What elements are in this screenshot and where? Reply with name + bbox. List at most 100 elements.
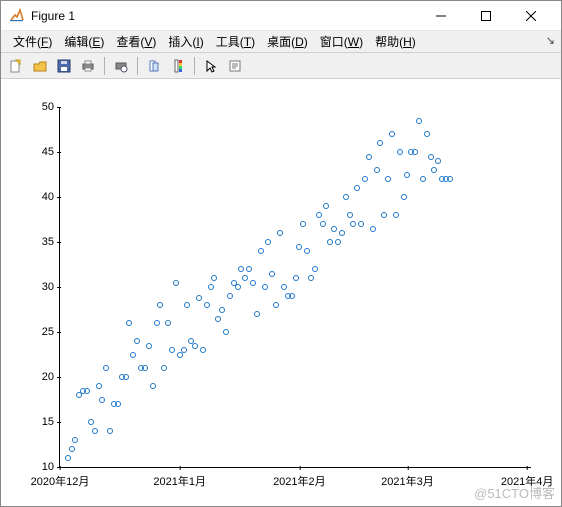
- y-tick-label: 40: [42, 191, 60, 203]
- data-point: [277, 230, 283, 236]
- data-point: [250, 280, 256, 286]
- data-point: [269, 271, 275, 277]
- x-tick-label: 2021年2月: [273, 467, 326, 489]
- data-point: [312, 266, 318, 272]
- data-point: [235, 284, 241, 290]
- data-point: [385, 176, 391, 182]
- data-point: [107, 428, 113, 434]
- minimize-button[interactable]: [418, 1, 463, 31]
- data-point: [150, 383, 156, 389]
- data-point: [404, 172, 410, 178]
- data-point: [447, 176, 453, 182]
- data-point: [339, 230, 345, 236]
- data-point: [72, 437, 78, 443]
- y-tick-label: 50: [42, 101, 60, 113]
- data-point: [134, 338, 140, 344]
- menu-item-e[interactable]: 编辑(E): [58, 31, 110, 52]
- data-point: [88, 419, 94, 425]
- menu-overflow-icon[interactable]: ↘: [546, 34, 555, 47]
- close-button[interactable]: [508, 1, 553, 31]
- data-point: [335, 239, 341, 245]
- data-point: [99, 397, 105, 403]
- y-tick-label: 35: [42, 236, 60, 248]
- data-point: [130, 352, 136, 358]
- menu-item-w[interactable]: 窗口(W): [314, 31, 369, 52]
- y-tick-label: 20: [42, 371, 60, 383]
- data-point: [401, 194, 407, 200]
- pointer-tool-button[interactable]: [200, 55, 222, 77]
- menu-item-v[interactable]: 查看(V): [110, 31, 162, 52]
- data-point: [424, 131, 430, 137]
- data-point: [296, 244, 302, 250]
- x-tick-label: 2021年1月: [153, 467, 206, 489]
- menu-item-i[interactable]: 插入(I): [162, 31, 209, 52]
- data-point: [169, 347, 175, 353]
- data-point: [184, 302, 190, 308]
- data-point: [362, 176, 368, 182]
- data-point: [69, 446, 75, 452]
- data-point: [146, 343, 152, 349]
- menu-item-h[interactable]: 帮助(H): [369, 31, 422, 52]
- data-point: [192, 343, 198, 349]
- data-point: [204, 302, 210, 308]
- print-button[interactable]: [77, 55, 99, 77]
- data-point: [416, 118, 422, 124]
- menu-item-t[interactable]: 工具(T): [210, 31, 261, 52]
- data-point: [215, 316, 221, 322]
- data-point: [393, 212, 399, 218]
- insert-colorbar-button[interactable]: [167, 55, 189, 77]
- data-point: [96, 383, 102, 389]
- x-tick-label: 2021年3月: [381, 467, 434, 489]
- data-point: [254, 311, 260, 317]
- data-point: [343, 194, 349, 200]
- data-point: [84, 388, 90, 394]
- data-point: [370, 226, 376, 232]
- y-tick-label: 25: [42, 326, 60, 338]
- data-point: [126, 320, 132, 326]
- print-preview-button[interactable]: [110, 55, 132, 77]
- data-point: [289, 293, 295, 299]
- data-point: [265, 239, 271, 245]
- data-point: [308, 275, 314, 281]
- toolbar-separator: [137, 57, 138, 75]
- menubar: 文件(F)编辑(E)查看(V)插入(I)工具(T)桌面(D)窗口(W)帮助(H)…: [1, 31, 561, 53]
- data-point: [316, 212, 322, 218]
- data-point: [173, 280, 179, 286]
- data-point: [123, 374, 129, 380]
- data-point: [331, 226, 337, 232]
- data-point: [262, 284, 268, 290]
- data-point: [154, 320, 160, 326]
- data-point: [350, 221, 356, 227]
- x-tick-label: 2020年12月: [31, 467, 90, 489]
- data-point: [281, 284, 287, 290]
- open-button[interactable]: [29, 55, 51, 77]
- new-figure-button[interactable]: [5, 55, 27, 77]
- maximize-button[interactable]: [463, 1, 508, 31]
- axes[interactable]: 1015202530354045502020年12月2021年1月2021年2月…: [59, 107, 531, 468]
- data-point: [223, 329, 229, 335]
- data-point: [242, 275, 248, 281]
- data-point: [103, 365, 109, 371]
- figure-canvas[interactable]: 1015202530354045502020年12月2021年1月2021年2月…: [1, 79, 561, 506]
- data-point: [389, 131, 395, 137]
- window-title: Figure 1: [31, 9, 75, 23]
- data-point: [258, 248, 264, 254]
- data-point: [397, 149, 403, 155]
- data-point: [165, 320, 171, 326]
- link-axes-button[interactable]: [143, 55, 165, 77]
- matlab-icon: [9, 8, 25, 24]
- data-point: [300, 221, 306, 227]
- data-point: [435, 158, 441, 164]
- x-tick-label: 2021年4月: [501, 467, 554, 489]
- save-button[interactable]: [53, 55, 75, 77]
- toolbar: [1, 53, 561, 79]
- menu-item-f[interactable]: 文件(F): [7, 31, 58, 52]
- data-point: [327, 239, 333, 245]
- data-point: [208, 284, 214, 290]
- data-point: [142, 365, 148, 371]
- edit-plot-button[interactable]: [224, 55, 246, 77]
- data-point: [293, 275, 299, 281]
- menu-item-d[interactable]: 桌面(D): [261, 31, 314, 52]
- data-point: [65, 455, 71, 461]
- data-point: [320, 221, 326, 227]
